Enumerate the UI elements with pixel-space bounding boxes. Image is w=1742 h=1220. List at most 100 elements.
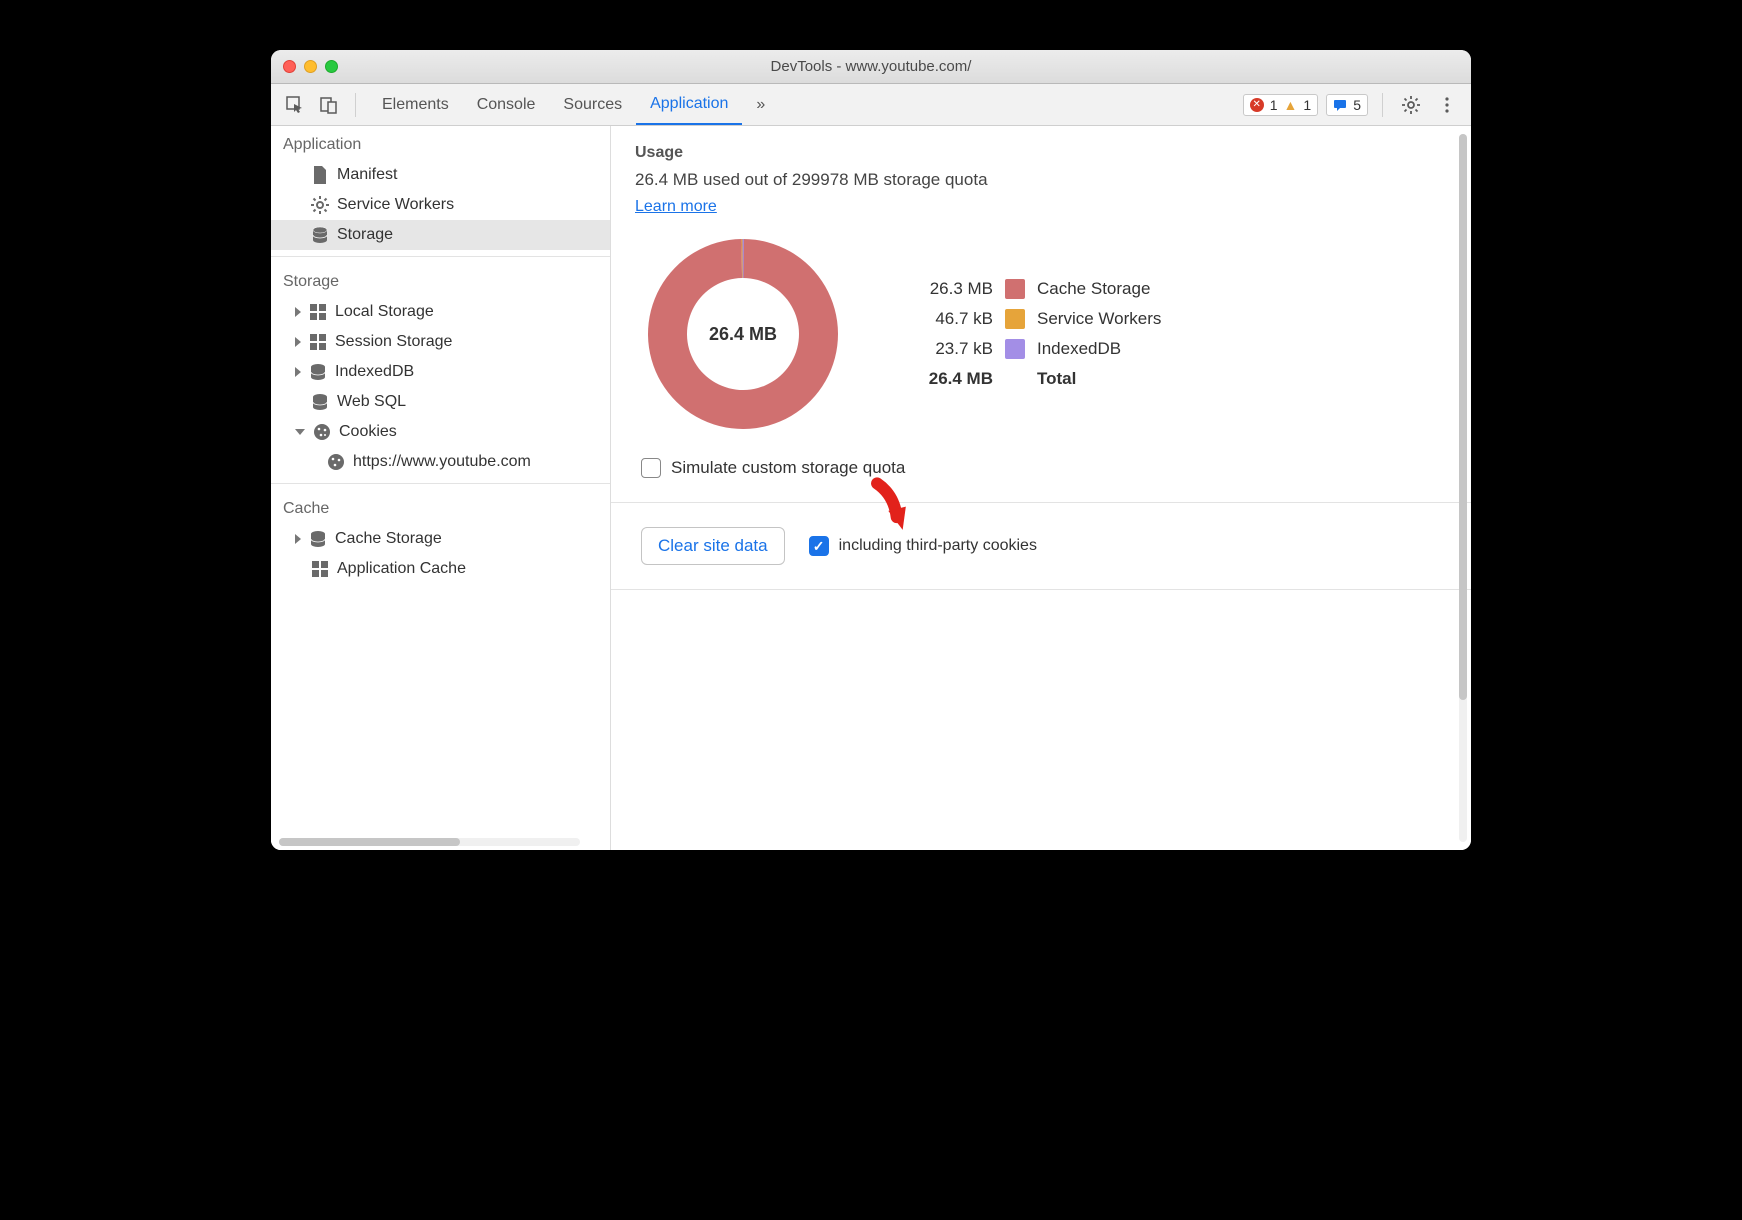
sidebar-item-label: IndexedDB [335,363,414,381]
legend-swatch [1005,309,1025,329]
tab-sources[interactable]: Sources [549,84,636,125]
devtools-window: DevTools - www.youtube.com/ Elements Con… [271,50,1471,850]
usage-summary: 26.4 MB used out of 299978 MB storage qu… [635,170,1447,190]
titlebar: DevTools - www.youtube.com/ [271,50,1471,84]
legend-name: IndexedDB [1037,339,1121,359]
sidebar-item-session-storage[interactable]: Session Storage [271,327,610,357]
sidebar-item-label: Cache Storage [335,530,442,548]
third-party-cookies-label: including third-party cookies [839,537,1037,555]
sidebar-item-cookie-origin[interactable]: https://www.youtube.com [271,447,610,477]
divider [271,256,610,257]
file-icon [311,166,329,184]
legend-total-value: 26.4 MB [903,369,993,389]
section-storage: Storage [271,263,610,297]
legend-name: Service Workers [1037,309,1161,329]
maximize-window-button[interactable] [325,60,338,73]
legend-total-name: Total [1037,369,1076,389]
error-warning-badge[interactable]: ✕ 1 ▲ 1 [1243,94,1318,116]
tabs-overflow[interactable]: » [742,84,779,125]
expand-icon[interactable] [295,367,301,377]
sidebar-item-label: Manifest [337,166,397,184]
tab-application[interactable]: Application [636,84,742,125]
simulate-quota-row: Simulate custom storage quota [641,458,1447,478]
divider [611,589,1471,590]
sidebar-item-cache-storage[interactable]: Cache Storage [271,524,610,554]
sidebar-item-label: Local Storage [335,303,434,321]
cookie-icon [327,453,345,471]
usage-donut-chart: 26.4 MB [643,234,843,434]
legend-swatch [1005,339,1025,359]
message-icon [1333,98,1347,112]
error-count: 1 [1270,97,1278,113]
content-area: Application Manifest Service Workers Sto… [271,126,1471,850]
expand-icon[interactable] [295,337,301,347]
third-party-cookies-checkbox[interactable] [809,536,829,556]
grid-icon [311,560,329,578]
learn-more-link[interactable]: Learn more [635,198,717,215]
tab-elements[interactable]: Elements [368,84,463,125]
expand-icon[interactable] [295,534,301,544]
application-sidebar: Application Manifest Service Workers Sto… [271,126,611,850]
sidebar-item-indexeddb[interactable]: IndexedDB [271,357,610,387]
sidebar-item-label: Web SQL [337,393,406,411]
sidebar-item-websql[interactable]: Web SQL [271,387,610,417]
sidebar-item-local-storage[interactable]: Local Storage [271,297,610,327]
sidebar-item-manifest[interactable]: Manifest [271,160,610,190]
toolbar-right: ✕ 1 ▲ 1 5 [1243,91,1461,119]
devtools-toolbar: Elements Console Sources Application » ✕… [271,84,1471,126]
legend-row: 23.7 kB IndexedDB [903,339,1161,359]
section-application: Application [271,126,610,160]
collapse-icon[interactable] [295,429,305,435]
device-toggle-icon[interactable] [315,91,343,119]
sidebar-item-application-cache[interactable]: Application Cache [271,554,610,584]
settings-gear-icon[interactable] [1397,91,1425,119]
donut-center-label: 26.4 MB [643,234,843,434]
database-icon [309,530,327,548]
sidebar-item-label: Service Workers [337,196,454,214]
sidebar-item-service-workers[interactable]: Service Workers [271,190,610,220]
warning-count: 1 [1303,97,1311,113]
grid-icon [309,333,327,351]
legend-row: 26.3 MB Cache Storage [903,279,1161,299]
database-icon [311,226,329,244]
legend-row: 46.7 kB Service Workers [903,309,1161,329]
messages-count: 5 [1353,97,1361,113]
usage-legend: 26.3 MB Cache Storage 46.7 kB Service Wo… [903,279,1161,389]
separator [355,93,356,117]
legend-name: Cache Storage [1037,279,1150,299]
simulate-quota-checkbox[interactable] [641,458,661,478]
sidebar-item-label: Cookies [339,423,397,441]
storage-panel: Usage 26.4 MB used out of 299978 MB stor… [611,126,1471,850]
cookie-icon [313,423,331,441]
database-icon [311,393,329,411]
minimize-window-button[interactable] [304,60,317,73]
expand-icon[interactable] [295,307,301,317]
divider [611,502,1471,503]
messages-badge[interactable]: 5 [1326,94,1368,116]
legend-swatch [1005,279,1025,299]
grid-icon [309,303,327,321]
legend-value: 26.3 MB [903,279,993,299]
tab-console[interactable]: Console [463,84,550,125]
inspect-element-icon[interactable] [281,91,309,119]
window-title: DevTools - www.youtube.com/ [271,58,1471,75]
panel-tabs: Elements Console Sources Application » [368,84,779,125]
sidebar-scrollbar[interactable] [279,838,580,846]
separator [1382,93,1383,117]
clear-site-data-button[interactable]: Clear site data [641,527,785,565]
more-menu-icon[interactable] [1433,91,1461,119]
gear-icon [311,196,329,214]
main-scrollbar[interactable] [1459,134,1467,842]
sidebar-item-storage[interactable]: Storage [271,220,610,250]
divider [271,483,610,484]
close-window-button[interactable] [283,60,296,73]
legend-value: 23.7 kB [903,339,993,359]
section-cache: Cache [271,490,610,524]
sidebar-item-cookies[interactable]: Cookies [271,417,610,447]
usage-chart-row: 26.4 MB 26.3 MB Cache Storage 46.7 kB Se… [643,234,1447,434]
legend-value: 46.7 kB [903,309,993,329]
legend-swatch-empty [1005,369,1025,389]
window-controls [283,60,338,73]
database-icon [309,363,327,381]
clear-data-row: Clear site data including third-party co… [635,527,1447,565]
